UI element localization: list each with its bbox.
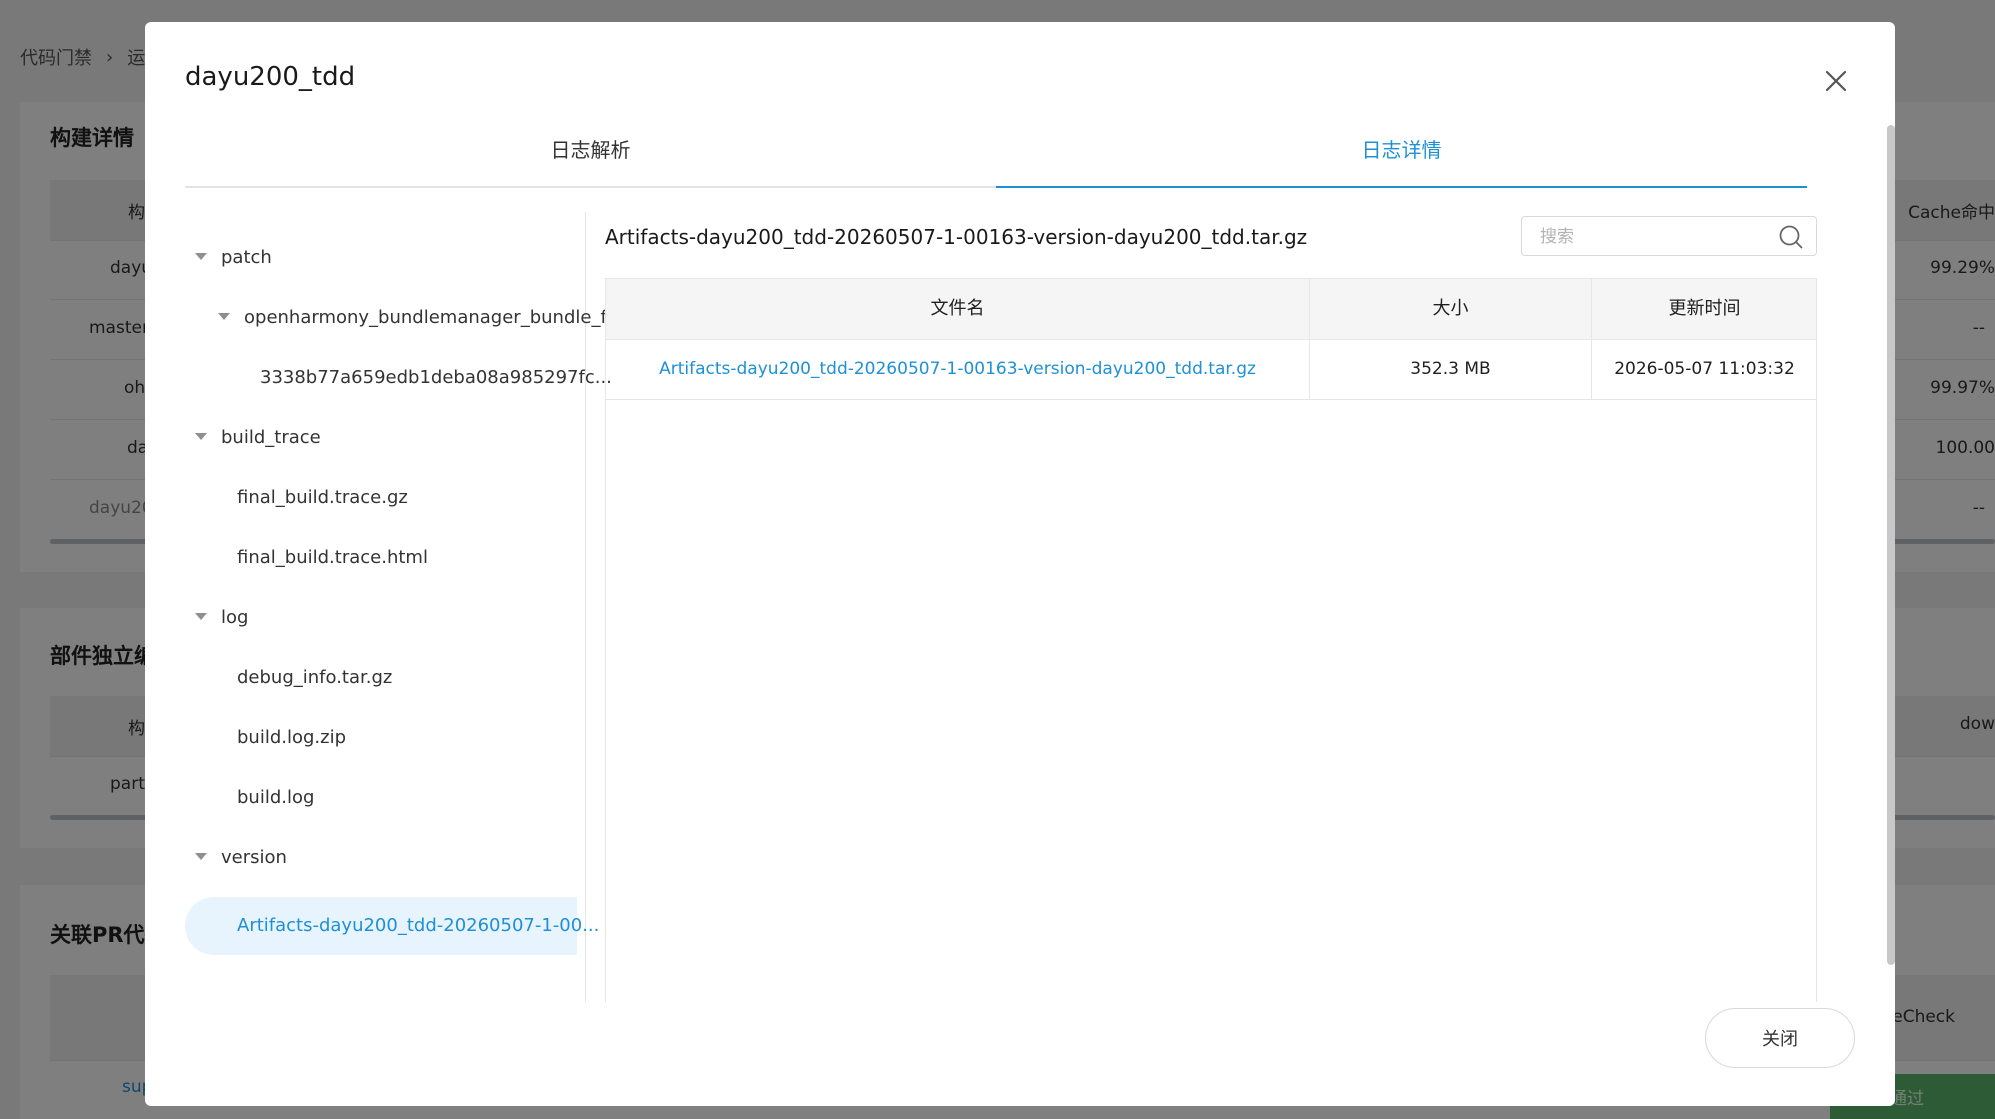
- tree-folder-build-trace[interactable]: build_trace: [195, 409, 577, 467]
- caret-down-icon: [195, 432, 207, 440]
- tree-file-hash[interactable]: 3338b77a659edb1deba08a985297fc...: [260, 349, 612, 407]
- tree-folder-version[interactable]: version: [195, 829, 577, 887]
- tree-file-label: build.log: [237, 787, 315, 808]
- file-table-header: 文件名 大小 更新时间: [606, 279, 1816, 340]
- tree-file-label: debug_info.tar.gz: [237, 667, 393, 688]
- file-size: 352.3 MB: [1310, 339, 1592, 399]
- tree-folder-patch[interactable]: patch: [195, 229, 577, 287]
- close-button[interactable]: 关闭: [1705, 1008, 1855, 1068]
- tree-file-label: final_build.trace.gz: [237, 487, 408, 508]
- tree-file-trace-html[interactable]: final_build.trace.html: [237, 529, 577, 587]
- tree-folder-label: log: [221, 607, 249, 628]
- tree-folder-label: build_trace: [221, 427, 321, 448]
- column-header-size: 大小: [1310, 279, 1592, 339]
- dialog-scrollbar[interactable]: [1887, 125, 1895, 965]
- caret-down-icon: [195, 852, 207, 860]
- caret-down-icon: [195, 612, 207, 620]
- file-table: 文件名 大小 更新时间 Artifacts-dayu200_tdd-202605…: [605, 278, 1817, 1002]
- tree-file-debug-info[interactable]: debug_info.tar.gz: [237, 649, 577, 707]
- search-icon[interactable]: [1778, 224, 1804, 250]
- column-header-filename: 文件名: [606, 279, 1310, 339]
- tree-file-label: final_build.trace.html: [237, 547, 428, 568]
- file-download-link[interactable]: Artifacts-dayu200_tdd-20260507-1-00163-v…: [606, 339, 1310, 399]
- tree-folder-label: patch: [221, 247, 272, 268]
- close-icon[interactable]: [1819, 64, 1853, 98]
- selected-file-title: Artifacts-dayu200_tdd-20260507-1-00163-v…: [605, 225, 1308, 249]
- tree-folder-label: openharmony_bundlemanager_bundle_f...: [244, 307, 623, 328]
- dialog-title: dayu200_tdd: [185, 62, 356, 92]
- tree-file-label: 3338b77a659edb1deba08a985297fc...: [260, 367, 612, 388]
- log-dialog: dayu200_tdd 日志解析 日志详情 patch openharmony_…: [145, 22, 1895, 1106]
- tree-file-label: build.log.zip: [237, 727, 347, 748]
- file-tree: patch openharmony_bundlemanager_bundle_f…: [185, 212, 623, 1002]
- tab-log-details[interactable]: 日志详情: [996, 130, 1807, 188]
- table-row: Artifacts-dayu200_tdd-20260507-1-00163-v…: [606, 339, 1816, 400]
- tab-log-analysis[interactable]: 日志解析: [185, 130, 996, 186]
- tree-file-label: Artifacts-dayu200_tdd-20260507-1-00...: [237, 915, 600, 936]
- tree-folder-log[interactable]: log: [195, 589, 577, 647]
- dialog-tabs: 日志解析 日志详情: [185, 130, 1807, 188]
- file-updated-time: 2026-05-07 11:03:32: [1614, 359, 1795, 379]
- tree-folder-label: version: [221, 847, 287, 868]
- tree-file-artifact-selected[interactable]: Artifacts-dayu200_tdd-20260507-1-00...: [185, 897, 599, 955]
- tree-folder-bundle[interactable]: openharmony_bundlemanager_bundle_f...: [218, 289, 623, 347]
- caret-down-icon: [195, 252, 207, 260]
- tree-file-build-log[interactable]: build.log: [237, 769, 577, 827]
- file-detail-panel: Artifacts-dayu200_tdd-20260507-1-00163-v…: [605, 212, 1817, 1002]
- tree-file-trace-gz[interactable]: final_build.trace.gz: [237, 469, 577, 527]
- column-header-updated: 更新时间: [1668, 298, 1741, 319]
- search-input[interactable]: [1538, 217, 1772, 257]
- search-box: [1521, 216, 1817, 257]
- tree-file-build-log-zip[interactable]: build.log.zip: [237, 709, 577, 767]
- caret-down-icon: [218, 312, 230, 320]
